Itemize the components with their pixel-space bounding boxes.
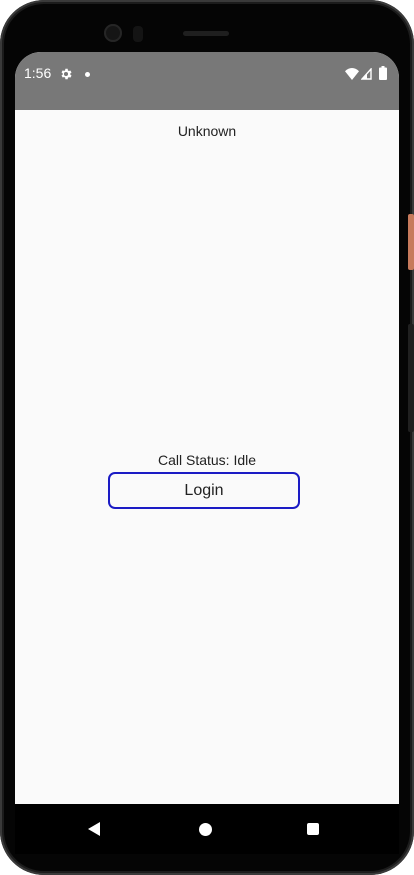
back-icon[interactable]	[87, 822, 101, 836]
status-time: 1:56	[24, 65, 52, 81]
proximity-sensor	[133, 26, 143, 42]
navigation-bar	[15, 804, 399, 854]
wifi-icon	[345, 68, 359, 80]
battery-icon	[379, 66, 387, 80]
call-status-label: Call Status: Idle	[157, 452, 257, 468]
earpiece-speaker	[183, 31, 229, 36]
front-camera	[104, 24, 122, 42]
notification-dot-icon	[85, 72, 90, 77]
settings-gear-icon	[61, 68, 72, 80]
volume-rocker[interactable]	[408, 324, 414, 432]
app-screen: 1:56 Unknown Call Status: Idle Login	[15, 52, 399, 804]
caller-name-label: Unknown	[177, 123, 237, 139]
status-bar: 1:56	[15, 52, 399, 110]
recents-icon[interactable]	[307, 823, 319, 835]
login-button[interactable]: Login	[108, 472, 300, 509]
cell-signal-icon	[361, 68, 372, 80]
power-button[interactable]	[408, 214, 414, 270]
home-icon[interactable]	[199, 823, 212, 836]
